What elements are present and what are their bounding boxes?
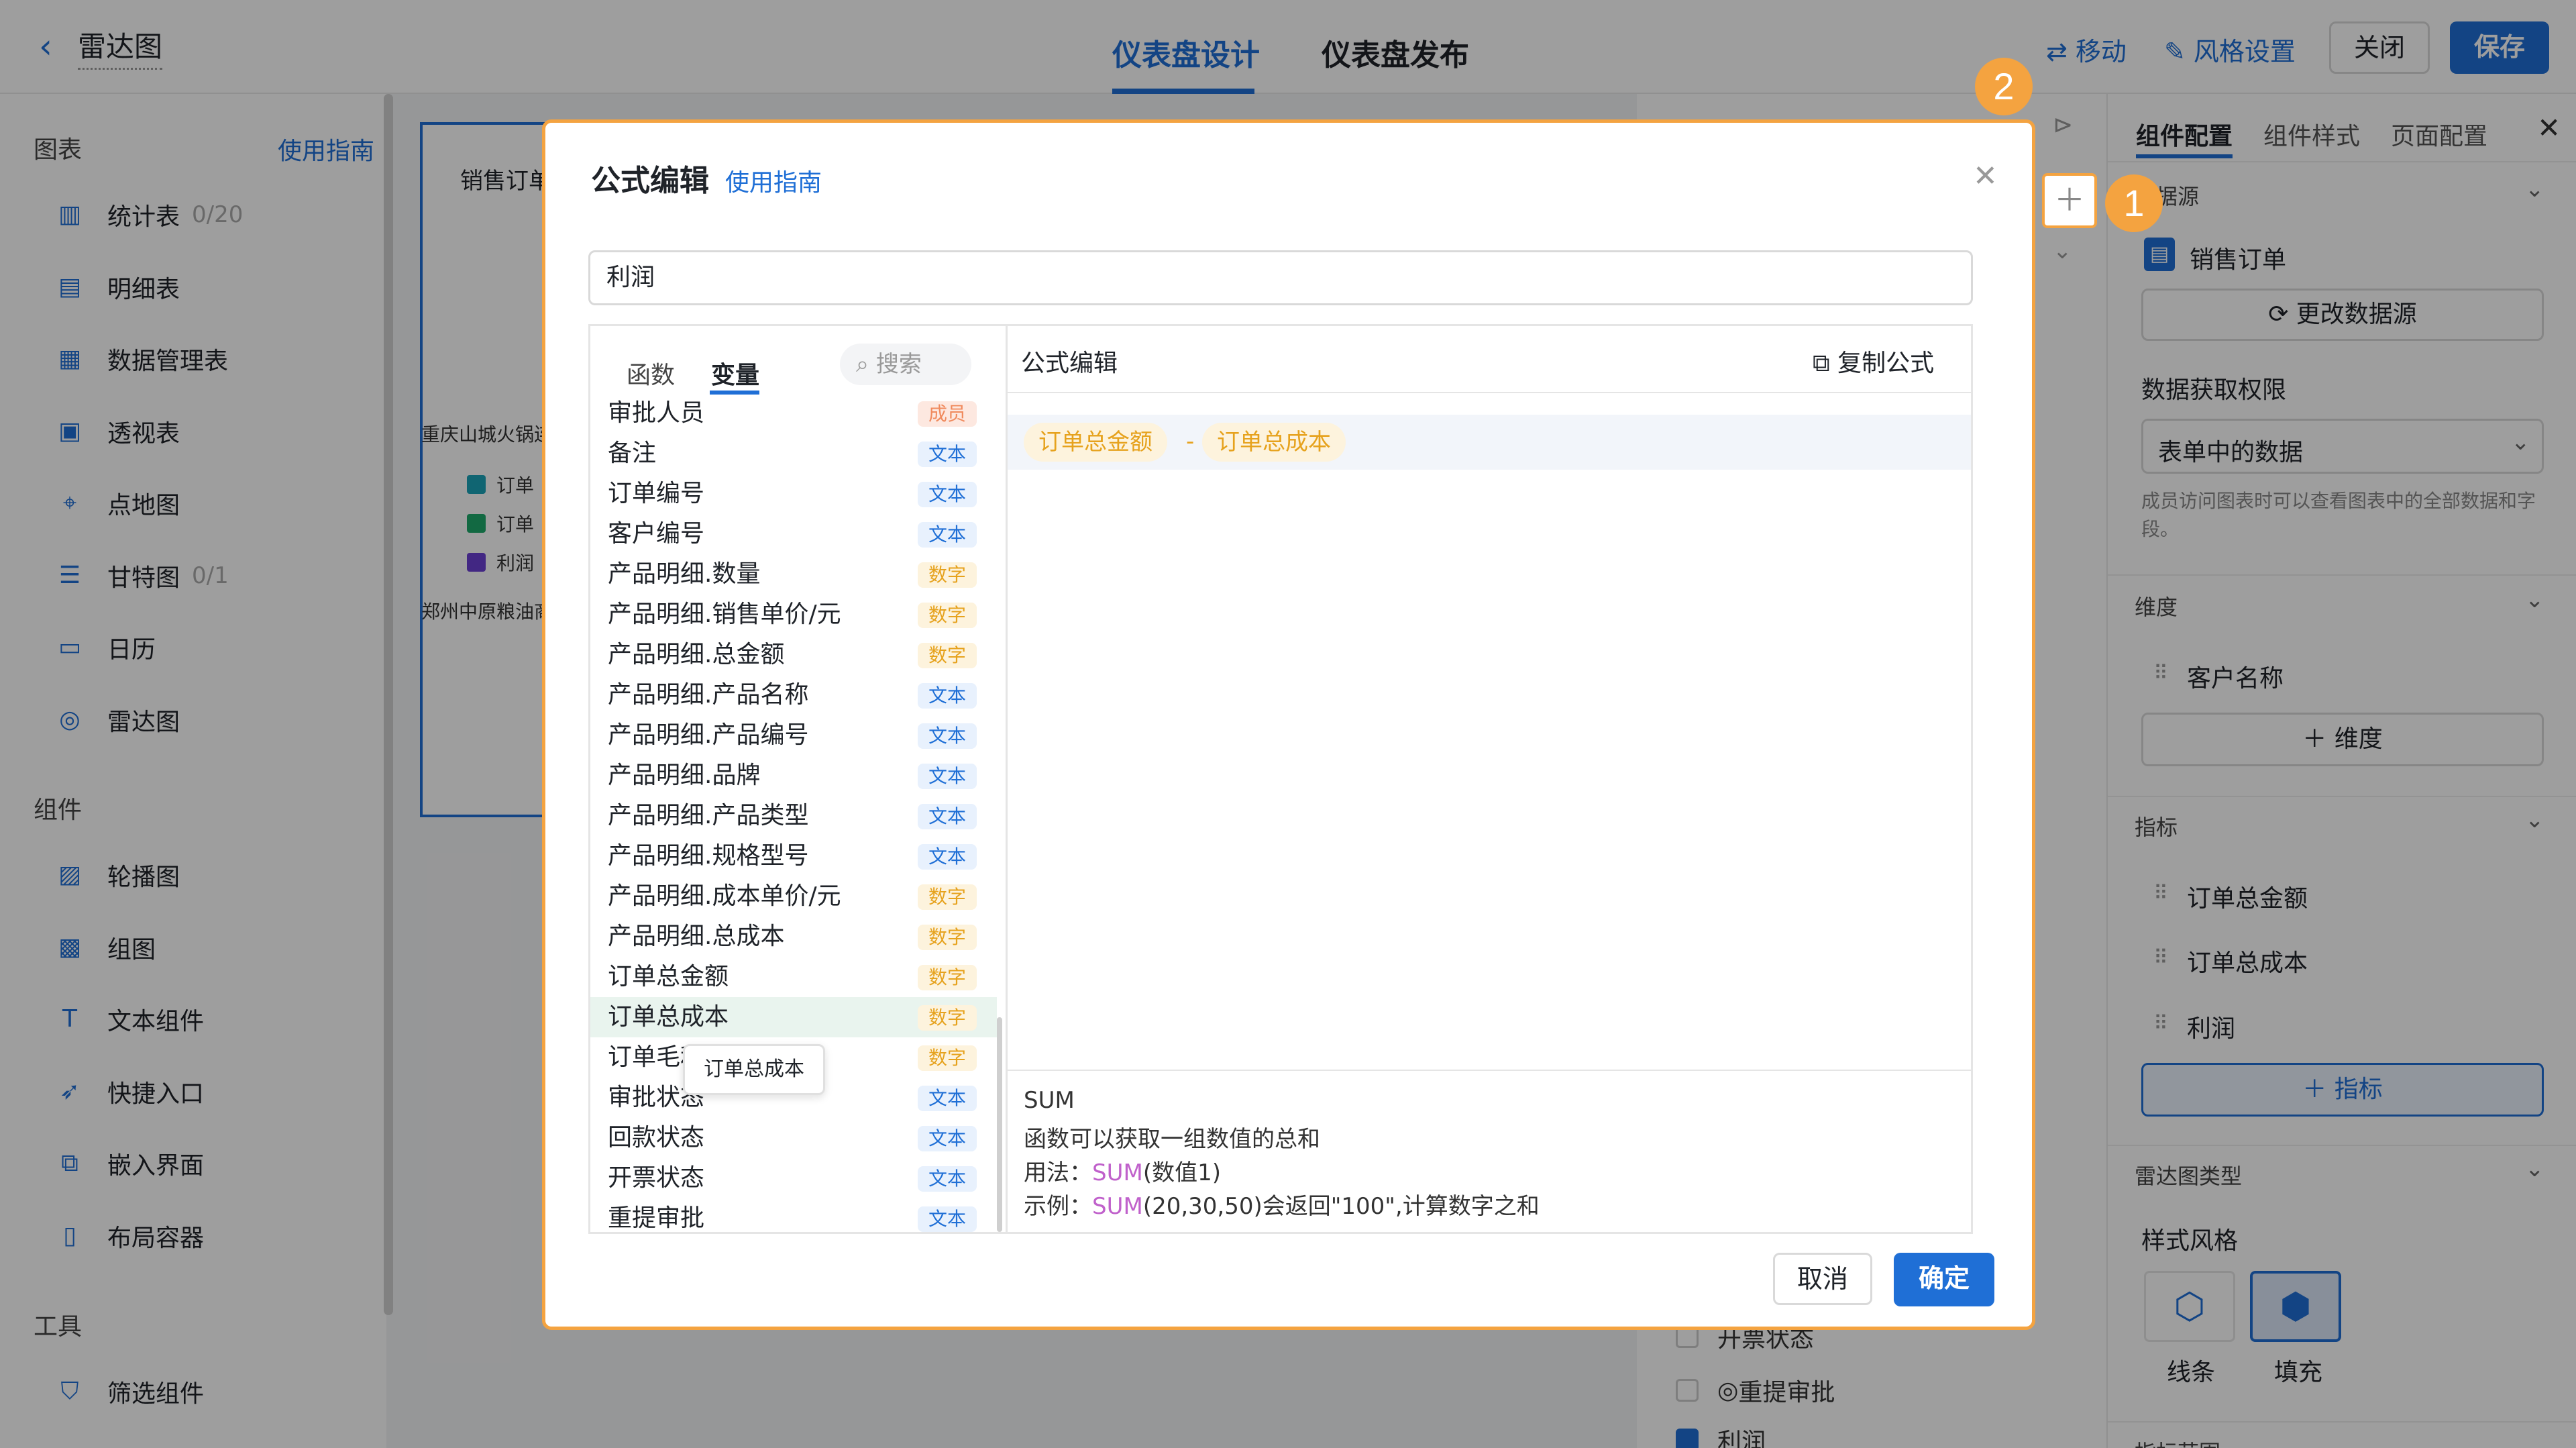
divider [1008,1070,1971,1071]
variable-name: 重提审批 [608,1204,705,1232]
variable-item[interactable]: 产品明细.销售单价/元 数字 [590,594,997,635]
variable-name: 产品明细.销售单价/元 [608,601,841,628]
variable-item[interactable]: 产品明细.规格型号 文本 [590,836,997,876]
variable-item[interactable]: 产品明细.总成本 数字 [590,917,997,957]
variable-list: 审批人员 成员 备注 文本 订单编号 文本 客户编号 文本 产品明细.数量 数字 产品明细.销售单价… [590,393,997,1232]
variable-type-badge: 数字 [917,643,977,668]
variable-type-badge: 数字 [917,562,977,588]
variable-type-badge: 文本 [917,1206,977,1232]
plus-icon: ＋ [2054,182,2085,218]
variable-item[interactable]: 开票状态 文本 [590,1158,997,1198]
variable-name: 客户编号 [608,520,705,548]
variable-type-badge: 文本 [917,522,977,548]
formula-token[interactable]: 订单总金额 [1024,423,1167,462]
variable-name: 产品明细.品牌 [608,762,761,789]
dialog-title: 公式编辑 [591,164,709,198]
variable-item[interactable]: 备注 文本 [590,433,997,474]
variable-item[interactable]: 产品明细.产品编号 文本 [590,715,997,756]
variable-name: 产品明细.产品名称 [608,681,809,709]
doc-usage: 用法：SUM(数值1) [1024,1159,1221,1186]
variable-type-badge: 文本 [917,844,977,870]
variable-item[interactable]: 订单总成本 数字 [590,997,997,1037]
variable-name: 产品明细.成本单价/元 [608,882,841,910]
variable-name: 订单总成本 [608,1003,729,1031]
variable-name: 产品明细.总金额 [608,641,785,668]
variable-name: 回款状态 [608,1124,705,1151]
formula-operator: - [1186,428,1195,455]
cancel-button[interactable]: 取消 [1773,1253,1872,1305]
variable-item[interactable]: 订单总金额 数字 [590,957,997,997]
variable-name: 产品明细.产品类型 [608,802,809,829]
formula-input[interactable]: 订单总金额 - 订单总成本 [1008,415,1971,470]
doc-example: 示例：SUM(20,30,50)会返回"100",计算数字之和 [1024,1193,1540,1220]
variable-type-badge: 文本 [917,442,977,467]
variable-type-badge: 数字 [917,1045,977,1071]
variable-type-badge: 文本 [917,1166,977,1192]
variable-scrollbar[interactable] [997,1017,1002,1232]
variable-item[interactable]: 客户编号 文本 [590,514,997,554]
variable-name: 产品明细.数量 [608,560,761,588]
variable-item[interactable]: 产品明细.数量 数字 [590,554,997,594]
variable-name: 产品明细.总成本 [608,923,785,950]
variable-name: 产品明细.规格型号 [608,842,809,870]
variable-item[interactable]: 产品明细.总金额 数字 [590,635,997,675]
variable-tooltip: 订单总成本 [683,1044,825,1095]
copy-icon: ⧉ [1813,350,1838,377]
variable-type-badge: 数字 [917,884,977,910]
tab-functions[interactable]: 函数 [627,356,675,391]
variable-item[interactable]: 回款状态 文本 [590,1118,997,1158]
formula-editor-panel: 公式编辑 ⧉ 复制公式 订单总金额 - 订单总成本 SUM 函数可以获取一组数值… [1006,324,1973,1234]
add-field-button[interactable]: ＋ [2042,173,2097,228]
variable-type-badge: 文本 [917,1086,977,1111]
variable-item[interactable]: 产品明细.产品类型 文本 [590,796,997,836]
doc-description: 函数可以获取一组数值的总和 [1024,1126,1320,1153]
variable-name: 订单总金额 [608,963,729,990]
copy-formula-button[interactable]: ⧉ 复制公式 [1813,344,1934,378]
variable-type-badge: 文本 [917,683,977,709]
search-input[interactable]: ⌕ 搜索 [840,344,971,385]
variable-item[interactable]: 产品明细.产品名称 文本 [590,675,997,715]
editor-heading: 公式编辑 [1021,350,1118,377]
confirm-button[interactable]: 确定 [1894,1253,1994,1306]
callout-badge: 1 [2105,174,2163,232]
variable-name: 产品明细.产品编号 [608,721,809,749]
variable-item[interactable]: 订单编号 文本 [590,474,997,514]
usage-guide-link[interactable]: 使用指南 [725,163,822,198]
field-name-input[interactable]: 利润 [588,250,1973,305]
tab-variables[interactable]: 变量 [711,356,759,391]
formula-editor-dialog: 公式编辑 使用指南 ✕ 利润 函数 变量 ⌕ 搜索 审批人员 成员 备注 文本 订单编号… [542,119,2035,1330]
variable-type-badge: 文本 [917,1126,977,1151]
variable-type-badge: 数字 [917,603,977,628]
variable-item[interactable]: 产品明细.成本单价/元 数字 [590,876,997,917]
variable-name: 订单编号 [608,480,705,507]
search-icon: ⌕ [856,351,876,378]
doc-function-name: SUM [1024,1087,1075,1114]
close-icon[interactable]: ✕ [1973,159,1998,193]
variable-type-badge: 数字 [917,925,977,950]
variable-item[interactable]: 重提审批 文本 [590,1198,997,1232]
formula-token[interactable]: 订单总成本 [1202,423,1346,462]
variable-type-badge: 文本 [917,764,977,789]
variable-type-badge: 数字 [917,965,977,990]
function-variable-panel: 函数 变量 ⌕ 搜索 审批人员 成员 备注 文本 订单编号 文本 客户编号 文本 产品明细.数量… [588,324,1006,1234]
variable-name: 备注 [608,439,657,467]
variable-type-badge: 成员 [917,401,977,427]
variable-item[interactable]: 产品明细.品牌 文本 [590,756,997,796]
variable-type-badge: 文本 [917,482,977,507]
variable-name: 开票状态 [608,1164,705,1192]
variable-type-badge: 文本 [917,723,977,749]
variable-type-badge: 文本 [917,804,977,829]
callout-badge: 2 [1975,58,2033,115]
variable-name: 审批人员 [608,399,705,427]
variable-type-badge: 数字 [917,1005,977,1031]
variable-item[interactable]: 审批人员 成员 [590,393,997,433]
divider [1008,392,1971,393]
